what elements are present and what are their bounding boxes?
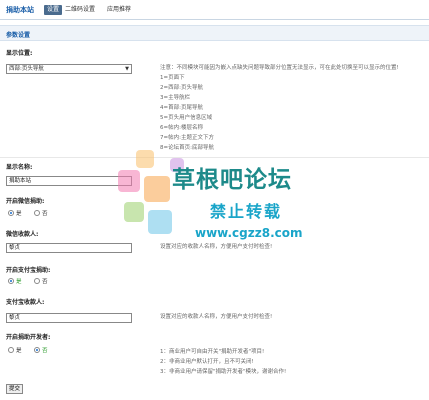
position-note-line: 7=帖内:主题正文下方 [160, 135, 214, 141]
radio-dot [34, 347, 40, 353]
radio-dot [8, 210, 14, 216]
watermark-tile [144, 176, 170, 202]
watermark-tile [148, 210, 172, 234]
display-position-value: 西部:页头导航 [9, 66, 44, 72]
tab-app-recommend[interactable]: 应用推荐 [104, 5, 134, 15]
wechat-payee-input[interactable]: 黎贞 [6, 243, 132, 253]
enable-donor-label: 开启捐助开发者: [6, 334, 51, 341]
submit-button[interactable]: 提交 [6, 384, 23, 394]
tab-qrcode-settings[interactable]: 二维码设置 [62, 5, 98, 15]
donor-no-radio[interactable]: 否 [34, 346, 48, 354]
tab-settings[interactable]: 设置 [44, 5, 63, 15]
watermark-tile [136, 150, 154, 168]
radio-label: 是 [16, 348, 22, 354]
display-name-label: 显示名称: [6, 164, 33, 171]
watermark-subtitle: 禁止转载 [210, 202, 283, 221]
wechat-payee-note: 设置对应的收款人名称，方便用户支付时检查! [160, 244, 273, 250]
donor-note-line: 3：非商业用户请保留"捐助开发者"模块，谢谢合作! [160, 369, 287, 375]
chevron-down-icon: ▼ [125, 66, 129, 72]
radio-dot [34, 210, 40, 216]
top-bar: 捐助本站 设置 二维码设置 应用推荐 [0, 0, 429, 20]
divider [0, 157, 429, 158]
section-header: 参数设置 [0, 25, 429, 41]
display-position-select[interactable]: 西部:页头导航 ▼ [6, 64, 132, 74]
position-note-line: 2=西部:页头导航 [160, 85, 203, 91]
alipay-no-radio[interactable]: 否 [34, 277, 48, 285]
wechat-payee-label: 微信收款人: [6, 231, 39, 238]
alipay-payee-input[interactable]: 黎贞 [6, 313, 132, 323]
alipay-payee-label: 支付宝收款人: [6, 299, 45, 306]
position-note-line: 6=帖内:楼层名称 [160, 125, 203, 131]
position-note-line: 1=页面下 [160, 75, 185, 81]
radio-label: 是 [16, 279, 22, 285]
wechat-yes-radio[interactable]: 是 [8, 209, 22, 217]
display-position-notes: 注意：不同模块可能因为嵌入点缺失问题导致部分位置无法显示，可在此处切换至可以显示… [160, 63, 399, 153]
donor-note-line: 1：商业用户可自由开关"捐助开发者"项目! [160, 349, 265, 355]
enable-wechat-label: 开启微信捐助: [6, 198, 45, 205]
position-note-line: 8=论坛首页:底部导航 [160, 145, 214, 151]
watermark-url: www.cgzz8.com [195, 226, 303, 240]
radio-label: 否 [42, 279, 48, 285]
radio-label: 否 [42, 348, 48, 354]
radio-dot [8, 278, 14, 284]
display-position-label: 显示位置: [6, 50, 33, 57]
position-note-line: 注意：不同模块可能因为嵌入点缺失问题导致部分位置无法显示，可在此处切换至可以显示… [160, 65, 399, 71]
wechat-no-radio[interactable]: 否 [34, 209, 48, 217]
radio-label: 是 [16, 211, 22, 217]
donor-note-line: 2：非商业用户默认打开，且不可关闭! [160, 359, 254, 365]
watermark-tile [124, 202, 144, 222]
donor-yes-radio[interactable]: 是 [8, 346, 22, 354]
position-note-line: 3=主导航栏 [160, 95, 191, 101]
alipay-payee-note: 设置对应的收款人名称，方便用户支付时检查! [160, 314, 273, 320]
radio-dot [8, 347, 14, 353]
radio-label: 否 [42, 211, 48, 217]
radio-dot [34, 278, 40, 284]
display-name-input[interactable]: 捐助本站 [6, 176, 132, 186]
donor-notes: 1：商业用户可自由开关"捐助开发者"项目! 2：非商业用户默认打开，且不可关闭!… [160, 347, 286, 377]
enable-alipay-label: 开启支付宝捐助: [6, 267, 51, 274]
position-note-line: 5=页头用户信息区域 [160, 115, 213, 121]
section-title: 参数设置 [6, 32, 31, 39]
alipay-yes-radio[interactable]: 是 [8, 277, 22, 285]
position-note-line: 4=首部:页尾导航 [160, 105, 203, 111]
app-title: 捐助本站 [6, 6, 34, 14]
watermark-title: 草根吧论坛 [172, 167, 292, 193]
